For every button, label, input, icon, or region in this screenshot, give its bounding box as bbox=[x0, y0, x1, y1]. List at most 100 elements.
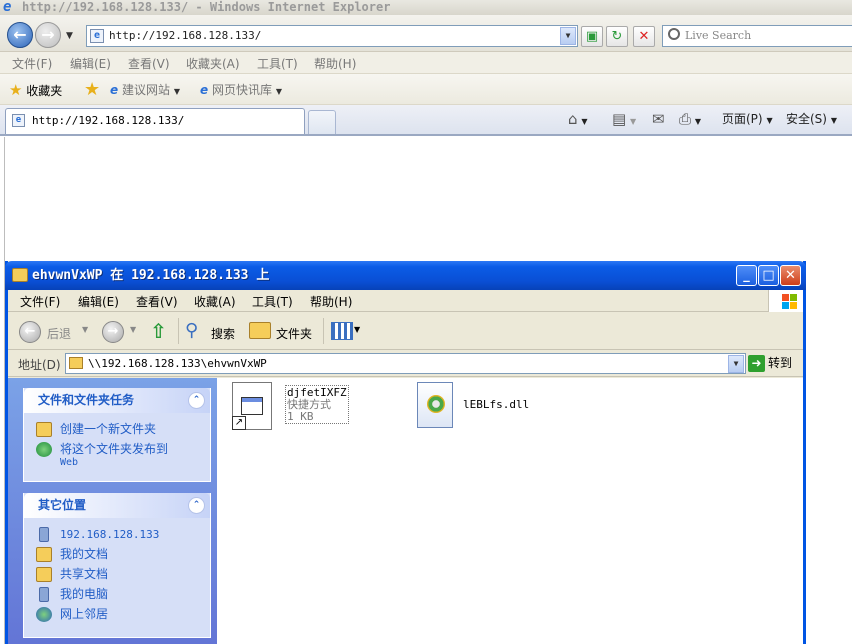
print-button[interactable]: ⎙ ▼ bbox=[679, 110, 701, 128]
suggested-sites-button[interactable]: e 建议网站 ▼ bbox=[110, 81, 180, 98]
address-dropdown-button[interactable]: ▼ bbox=[728, 355, 744, 373]
my-documents-icon bbox=[36, 547, 52, 562]
add-favorite-button[interactable]: ★ bbox=[84, 79, 100, 100]
file-folder-tasks-header[interactable]: 文件和文件夹任务 ⌃ bbox=[24, 388, 210, 413]
back-button[interactable]: ← bbox=[7, 22, 33, 48]
favorites-label: 收藏夹 bbox=[26, 84, 63, 98]
file-folder-tasks-panel: 文件和文件夹任务 ⌃ 创建一个新文件夹 将这个文件夹发布到 Web bbox=[23, 388, 211, 482]
explorer-menu-file[interactable]: 文件(F) bbox=[20, 293, 60, 310]
favorites-star-icon: ★ bbox=[9, 81, 23, 99]
explorer-title-bar[interactable]: ehvwnVxWP 在 192.168.128.133 上 _ □ ✕ bbox=[5, 261, 806, 290]
other-places-header[interactable]: 其它位置 ⌃ bbox=[24, 493, 210, 518]
suggested-sites-label: 建议网站 bbox=[121, 83, 170, 97]
ie-menu-edit[interactable]: 编辑(E) bbox=[70, 55, 111, 72]
forward-button[interactable]: → bbox=[35, 22, 61, 48]
toolbar-separator bbox=[323, 318, 324, 344]
ie-address-input[interactable]: e http://192.168.128.133/ ▼ bbox=[86, 25, 578, 47]
web-slice-label: 网页快讯库 bbox=[211, 83, 272, 97]
mail-icon: ✉ bbox=[652, 110, 665, 128]
file-item[interactable]: lEBLfs.dll bbox=[417, 382, 547, 434]
page-icon: e bbox=[90, 29, 104, 43]
refresh-button[interactable]: ↻ bbox=[606, 26, 628, 47]
live-search-input[interactable]: Live Search bbox=[662, 25, 852, 47]
read-mail-button[interactable]: ✉ bbox=[652, 110, 665, 128]
stop-button[interactable]: ✕ bbox=[633, 26, 655, 47]
ie-menu-tools[interactable]: 工具(T) bbox=[257, 55, 298, 72]
ie-tab-active[interactable]: e http://192.168.128.133/ bbox=[5, 108, 305, 134]
file-name: djfetIXFZ bbox=[287, 386, 347, 399]
place-my-computer[interactable]: 我的电脑 bbox=[24, 586, 210, 606]
search-button[interactable]: 搜索 bbox=[211, 325, 235, 342]
place-network-neighborhood-label: 网上邻居 bbox=[60, 607, 109, 621]
page-icon: e bbox=[12, 114, 25, 127]
new-folder-icon bbox=[36, 422, 52, 437]
chevron-down-icon[interactable]: ▼ bbox=[130, 325, 136, 334]
go-button[interactable]: ➜ 转到 bbox=[748, 354, 792, 373]
explorer-task-pane: 文件和文件夹任务 ⌃ 创建一个新文件夹 将这个文件夹发布到 Web 其它位置 ⌃ bbox=[8, 378, 217, 644]
publish-to-web-sub: Web bbox=[60, 457, 79, 468]
back-arrow-icon[interactable]: ← bbox=[19, 321, 41, 343]
publish-to-web-link[interactable]: 将这个文件夹发布到 Web bbox=[24, 441, 210, 469]
recent-pages-dropdown[interactable]: ▼ bbox=[66, 31, 73, 41]
globe-icon bbox=[36, 442, 52, 457]
ie-menu-file[interactable]: 文件(F) bbox=[12, 55, 52, 72]
ie-menu-help[interactable]: 帮助(H) bbox=[314, 55, 356, 72]
back-label[interactable]: 后退 bbox=[47, 325, 71, 342]
home-button[interactable]: ⌂ ▼ bbox=[568, 110, 588, 128]
place-network-host[interactable]: 192.168.128.133 bbox=[24, 526, 210, 546]
chevron-down-icon[interactable]: ▼ bbox=[354, 325, 360, 334]
network-folder-icon bbox=[69, 357, 83, 369]
explorer-menu-tools[interactable]: 工具(T) bbox=[252, 293, 293, 310]
feeds-button[interactable]: ▤ ▼ bbox=[612, 110, 636, 128]
file-item[interactable]: ↗ djfetIXFZ 快捷方式 1 KB bbox=[232, 382, 349, 434]
search-icon bbox=[668, 28, 680, 40]
chevron-down-icon: ▼ bbox=[275, 87, 282, 96]
ie-menu-view[interactable]: 查看(V) bbox=[128, 55, 170, 72]
chevron-down-icon[interactable]: ▼ bbox=[82, 325, 88, 334]
folders-icon[interactable] bbox=[249, 322, 271, 339]
up-folder-icon[interactable]: ⇧ bbox=[150, 319, 167, 343]
explorer-address-input[interactable]: \\192.168.128.133\ehvwnVxWP ▼ bbox=[65, 353, 746, 374]
page-menu-button[interactable]: 页面(P) ▼ bbox=[722, 110, 773, 127]
explorer-menu-view[interactable]: 查看(V) bbox=[136, 293, 178, 310]
place-my-computer-label: 我的电脑 bbox=[60, 587, 109, 601]
shortcut-file-icon: ↗ bbox=[232, 382, 272, 430]
shared-folder-icon bbox=[36, 567, 52, 582]
make-new-folder-link[interactable]: 创建一个新文件夹 bbox=[24, 421, 210, 441]
address-dropdown-button[interactable]: ▼ bbox=[560, 27, 576, 45]
explorer-menu-help[interactable]: 帮助(H) bbox=[310, 293, 352, 310]
place-shared-documents[interactable]: 共享文档 bbox=[24, 566, 210, 586]
safety-menu-button[interactable]: 安全(S) ▼ bbox=[786, 110, 837, 127]
folders-button[interactable]: 文件夹 bbox=[276, 325, 312, 342]
web-slice-gallery-button[interactable]: e 网页快讯库 ▼ bbox=[200, 81, 282, 98]
place-shared-documents-label: 共享文档 bbox=[60, 567, 109, 581]
close-button[interactable]: ✕ bbox=[780, 265, 801, 286]
make-new-folder-label: 创建一个新文件夹 bbox=[60, 422, 157, 436]
go-arrow-icon: ➜ bbox=[748, 355, 765, 372]
place-my-documents[interactable]: 我的文档 bbox=[24, 546, 210, 566]
safety-menu-label: 安全(S) bbox=[786, 112, 827, 126]
go-label: 转到 bbox=[768, 356, 793, 370]
explorer-menu-favorites[interactable]: 收藏(A) bbox=[194, 293, 236, 310]
file-size: 1 KB bbox=[287, 410, 314, 423]
views-icon[interactable] bbox=[331, 322, 353, 340]
explorer-menu-edit[interactable]: 编辑(E) bbox=[78, 293, 119, 310]
chevron-down-icon: ▼ bbox=[173, 87, 180, 96]
new-tab-button[interactable] bbox=[308, 110, 336, 134]
maximize-button[interactable]: □ bbox=[758, 265, 779, 286]
forward-arrow-icon[interactable]: → bbox=[102, 321, 124, 343]
compatibility-view-button[interactable]: ▣ bbox=[581, 26, 603, 47]
file-name-box: djfetIXFZ 快捷方式 1 KB bbox=[285, 385, 349, 424]
explorer-menu-bar: 文件(F) 编辑(E) 查看(V) 收藏(A) 工具(T) 帮助(H) bbox=[8, 290, 803, 312]
ie-favorites-bar: ★ 收藏夹 ★ e 建议网站 ▼ e 网页快讯库 ▼ bbox=[0, 74, 852, 105]
collapse-chevron-icon[interactable]: ⌃ bbox=[188, 497, 205, 514]
search-icon[interactable]: ⚲ bbox=[185, 320, 198, 341]
collapse-chevron-icon[interactable]: ⌃ bbox=[188, 392, 205, 409]
ie-menu-favorites[interactable]: 收藏夹(A) bbox=[186, 55, 240, 72]
favorites-button[interactable]: ★ 收藏夹 bbox=[9, 81, 62, 99]
publish-to-web-label: 将这个文件夹发布到 bbox=[60, 442, 169, 456]
minimize-button[interactable]: _ bbox=[736, 265, 757, 286]
place-network-neighborhood[interactable]: 网上邻居 bbox=[24, 606, 210, 626]
page-menu-label: 页面(P) bbox=[722, 112, 763, 126]
file-name: lEBLfs.dll bbox=[463, 398, 530, 411]
